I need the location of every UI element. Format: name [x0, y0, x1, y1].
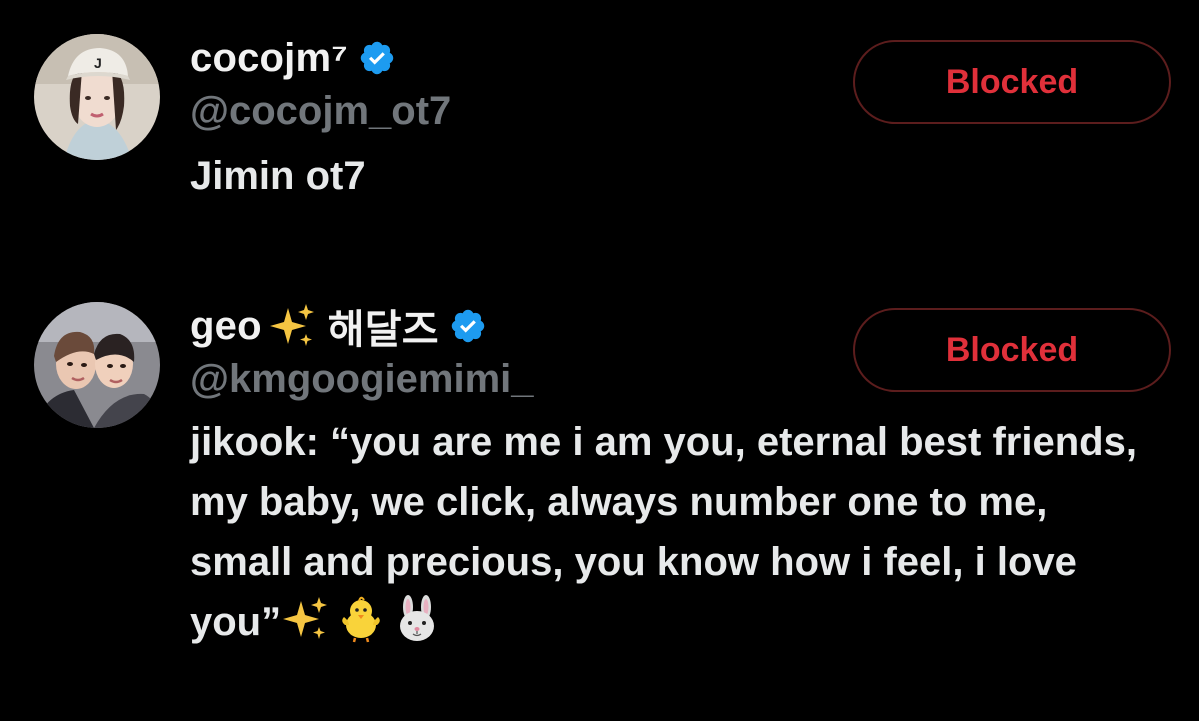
display-name-suffix[interactable]: 해달즈	[328, 297, 439, 355]
blocked-accounts-list: J cocojm⁷ @cocojm_ot7 Jimin ot7 Blocked	[0, 0, 1199, 721]
avatar[interactable]	[34, 302, 160, 428]
blocked-button[interactable]: Blocked	[853, 40, 1171, 124]
verified-badge-icon[interactable]	[449, 307, 487, 345]
chick-icon	[342, 596, 380, 643]
display-name[interactable]: cocojm⁷	[190, 36, 348, 81]
display-name[interactable]: geo	[190, 304, 262, 349]
user-cell[interactable]: geo 해달즈 @kmgoogiemimi_ jikook: “you are …	[0, 298, 1199, 718]
user-bio-text: jikook: “you are me i am you, eternal be…	[190, 420, 1137, 644]
verified-badge-icon[interactable]	[358, 39, 396, 77]
svg-text:J: J	[94, 55, 102, 71]
sparkles-icon	[269, 304, 314, 346]
user-bio: jikook: “you are me i am you, eternal be…	[190, 412, 1150, 652]
avatar-image	[34, 302, 160, 428]
avatar[interactable]: J	[34, 34, 160, 160]
blocked-button[interactable]: Blocked	[853, 308, 1171, 392]
user-bio: Jimin ot7	[190, 154, 366, 198]
avatar-image: J	[34, 34, 160, 160]
user-cell[interactable]: J cocojm⁷ @cocojm_ot7 Jimin ot7 Blocked	[0, 30, 1199, 270]
rabbit-icon	[400, 595, 435, 641]
sparkles-icon	[283, 597, 328, 639]
